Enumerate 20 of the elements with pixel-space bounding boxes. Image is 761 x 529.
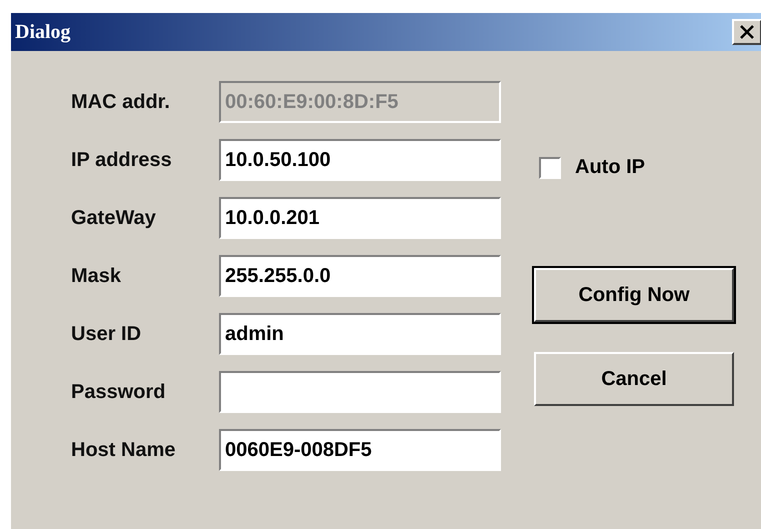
input-field[interactable]: admin (219, 313, 501, 355)
input-field[interactable] (219, 371, 501, 413)
checkbox[interactable] (539, 156, 561, 178)
input-field[interactable]: 10.0.50.100 (219, 139, 501, 181)
field-label: IP address (71, 148, 173, 172)
field-label: Mask (71, 264, 122, 288)
field-label: Password (71, 380, 166, 404)
close-button[interactable] (732, 19, 761, 45)
field-label: Host Name (71, 438, 176, 462)
field-label: User ID (71, 322, 142, 346)
input-field[interactable]: 0060E9-008DF5 (219, 429, 501, 471)
input-field[interactable]: 255.255.0.0 (219, 255, 501, 297)
field-label: GateWay (71, 206, 157, 230)
close-icon (739, 25, 755, 39)
field-label: MAC addr. (71, 90, 171, 114)
dialog-button[interactable]: Config Now (534, 268, 734, 322)
checkbox-label: Auto IP (575, 156, 645, 179)
window-title: Dialog (15, 20, 71, 44)
dialog-button[interactable]: Cancel (534, 352, 734, 406)
input-field[interactable]: 10.0.0.201 (219, 197, 501, 239)
